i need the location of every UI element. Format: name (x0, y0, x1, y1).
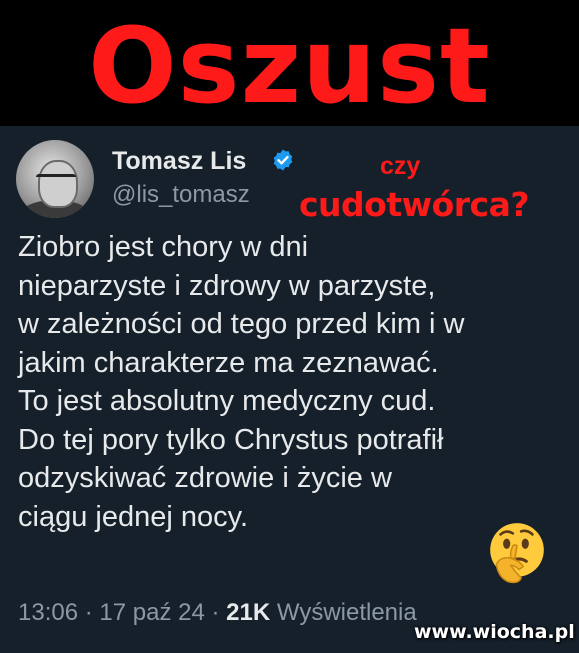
watermark: www.wiocha.pl (414, 621, 575, 643)
views-label: Wyświetlenia (276, 599, 417, 626)
tweet-line: jakim charakterze ma zeznawać. (18, 346, 439, 379)
tweet-line: w zależności od tego przed kim i w (18, 308, 465, 340)
avatar[interactable] (16, 140, 94, 218)
tweet-card[interactable]: Tomasz Lis @lis_tomasz czy cudotwórca? Z… (0, 126, 579, 653)
tweet-line: Do tej pory tylko Chrystus potrafił (18, 423, 444, 456)
tweet-line: nieparzyste i zdrowy w parzyste, (18, 269, 436, 302)
tweet-text: Ziobro jest chory w dni nieparzyste i zd… (18, 228, 568, 536)
meta-separator: · (211, 599, 220, 626)
views-count: 21K (226, 599, 271, 626)
overlay-czy: czy (380, 152, 421, 180)
author-name[interactable]: Tomasz Lis (112, 146, 246, 176)
headline: Oszust (88, 5, 491, 127)
overlay-cudotworca: cudotwórca? (299, 185, 530, 224)
avatar-glasses (36, 174, 76, 186)
tweet-date[interactable]: 17 paź 24 (99, 599, 204, 626)
thinking-face-icon (490, 523, 544, 584)
author-handle[interactable]: @lis_tomasz (112, 181, 250, 209)
tweet-meta: 13:06 · 17 paź 24 · 21K Wyświetlenia (18, 598, 417, 628)
tweet-line: odzyskiwać zdrowie i życie w (18, 462, 392, 494)
tweet-line: Ziobro jest chory w dni (18, 231, 309, 263)
tweet-line: To jest absolutny medyczny cud. (18, 385, 436, 417)
verified-badge-icon (273, 149, 293, 171)
tweet-time[interactable]: 13:06 (18, 599, 78, 626)
meta-separator: · (84, 599, 93, 626)
